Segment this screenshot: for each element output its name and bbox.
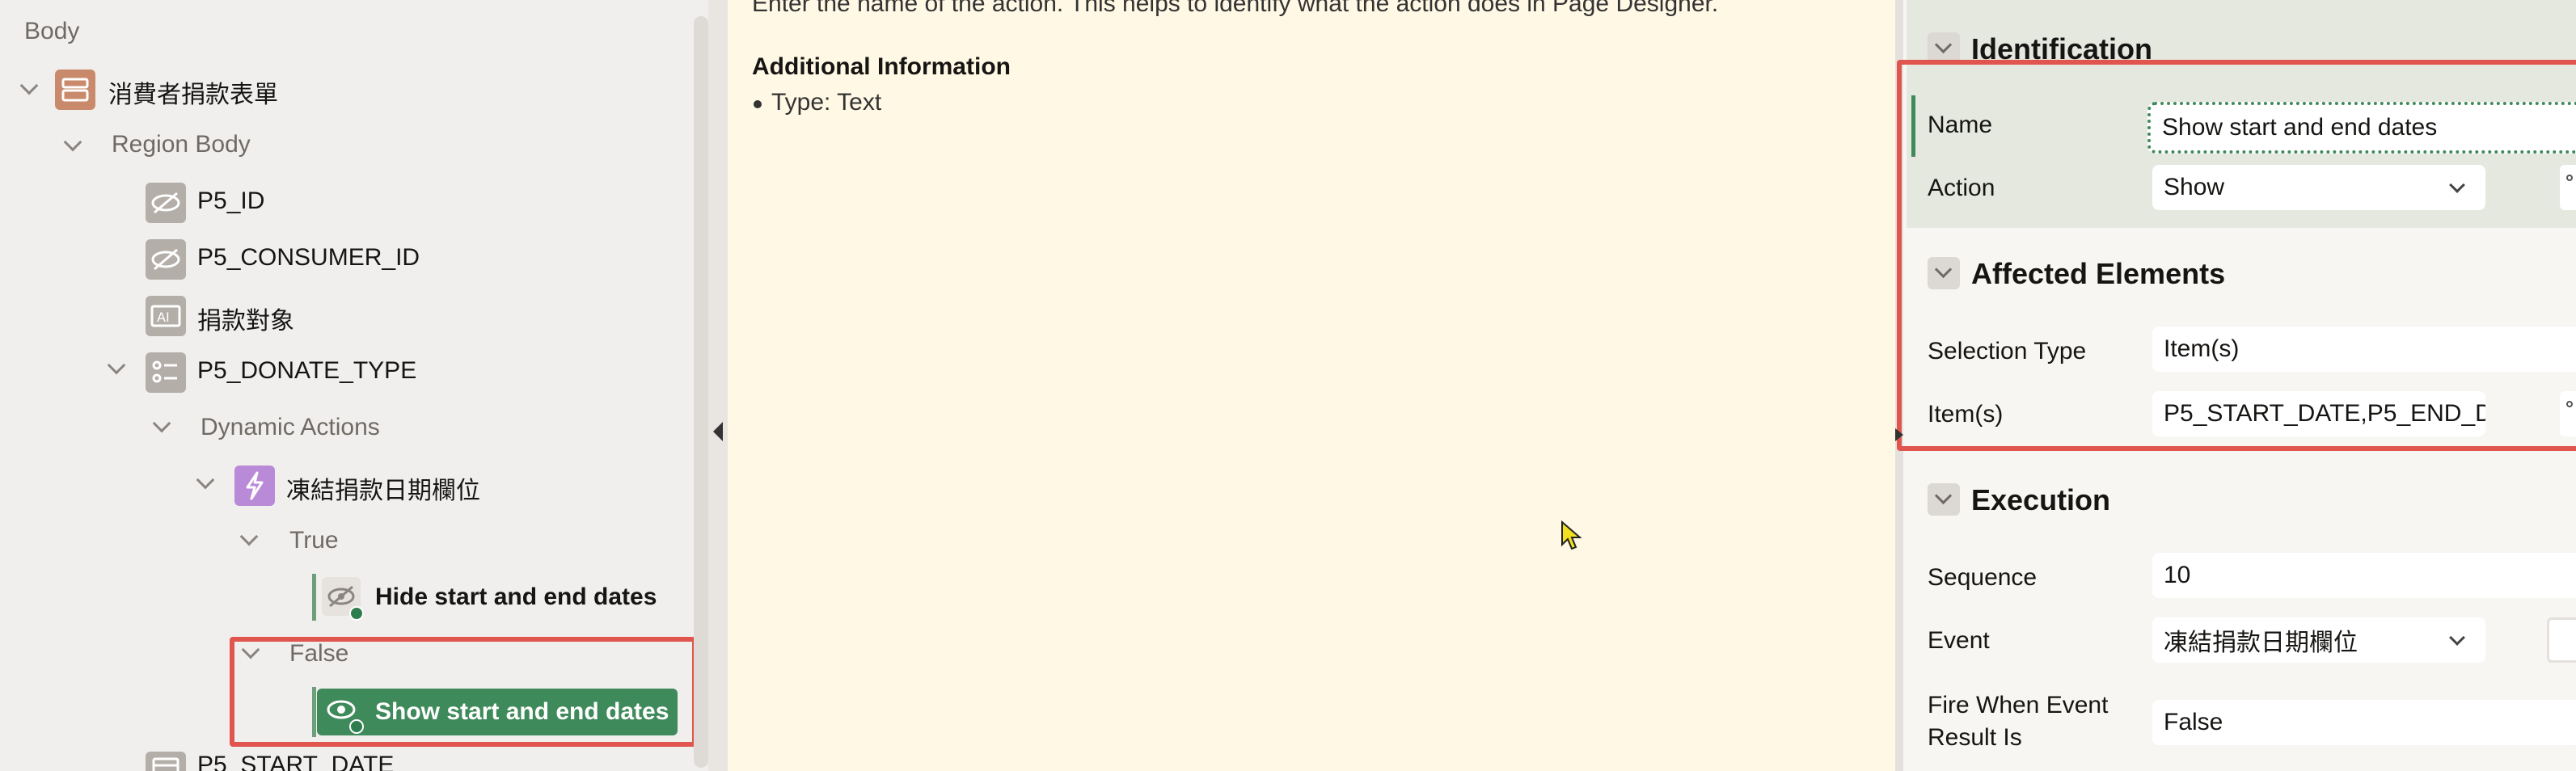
date-picker-icon [146,752,186,771]
event-select-value: 凍結捐款日期欄位 [2164,630,2358,656]
chevron-down-icon[interactable] [107,356,126,375]
panel-splitter[interactable] [708,0,728,771]
tree-item-p5-id[interactable]: P5_ID [197,187,264,215]
chevron-down-icon[interactable] [63,133,82,152]
event-label: Event [1928,627,1990,654]
tree-item-p5-donate-type[interactable]: P5_DONATE_TYPE [197,357,416,385]
play-icon [349,606,364,621]
tree-region-label[interactable]: 消費者捐款表單 [108,74,278,110]
chevron-down-icon[interactable] [239,527,259,546]
help-description: Enter the name of the action. This helps… [752,0,1719,17]
radio-group-icon [146,352,186,393]
region-icon [55,70,95,110]
chevron-down-icon[interactable] [196,470,215,490]
help-type-line: Type: Text [753,89,882,116]
sequence-label: Sequence [1928,564,2038,591]
fire-when-label-line1: Fire When Event [1928,692,2109,718]
tree-true-label[interactable]: True [289,527,339,554]
tree-region-body-label[interactable]: Region Body [112,131,251,158]
fire-when-select[interactable]: False [2152,700,2576,745]
fire-when-label-line2: Result Is [1928,724,2022,751]
event-options-button[interactable] [2547,617,2576,663]
collapse-left-icon[interactable] [713,422,723,441]
hide-eye-icon [322,577,364,621]
svg-text:AI: AI [157,310,170,325]
chevron-down-icon [2449,630,2465,646]
splitter-arrow-icon [1895,428,1903,441]
highlight-box [1897,60,2576,451]
tree-item-p5-consumer-id[interactable]: P5_CONSUMER_ID [197,244,420,272]
page-designer: Body 消費者捐款表單 Region Body P5_ID P5_CONSUM… [0,0,2576,771]
event-select[interactable]: 凍結捐款日期欄位 [2152,617,2485,663]
tree-true-action[interactable]: Hide start and end dates [375,584,657,611]
sequence-input[interactable]: 10 [2152,553,2576,598]
highlight-box [230,637,697,747]
help-additional-heading: Additional Information [752,53,1011,80]
chevron-down-icon[interactable] [152,414,171,433]
hidden-item-icon [146,183,186,223]
execution-heading[interactable]: Execution [1971,483,2110,517]
chevron-down-icon[interactable] [1928,483,1960,516]
tree-dynamic-actions-label[interactable]: Dynamic Actions [201,414,380,441]
chevron-down-icon[interactable] [19,76,39,95]
tree-body-label: Body [24,18,80,44]
lightning-icon [234,466,275,506]
rendering-tree-panel: Body 消費者捐款表單 Region Body P5_ID P5_CONSUM… [0,0,712,771]
help-panel: Enter the name of the action. This helps… [728,0,1895,771]
tree-item-donate-target[interactable]: 捐款對象 [197,301,294,336]
tree-scrollbar[interactable] [694,16,708,768]
tree-dynamic-action[interactable]: 凍結捐款日期欄位 [286,470,480,506]
mouse-cursor-icon [1560,520,1583,557]
tree-item-p5-start-date[interactable]: P5_START_DATE [197,752,394,771]
hidden-item-icon [146,239,186,280]
display-text-icon: AI [146,296,186,336]
branch-bar [312,574,316,621]
